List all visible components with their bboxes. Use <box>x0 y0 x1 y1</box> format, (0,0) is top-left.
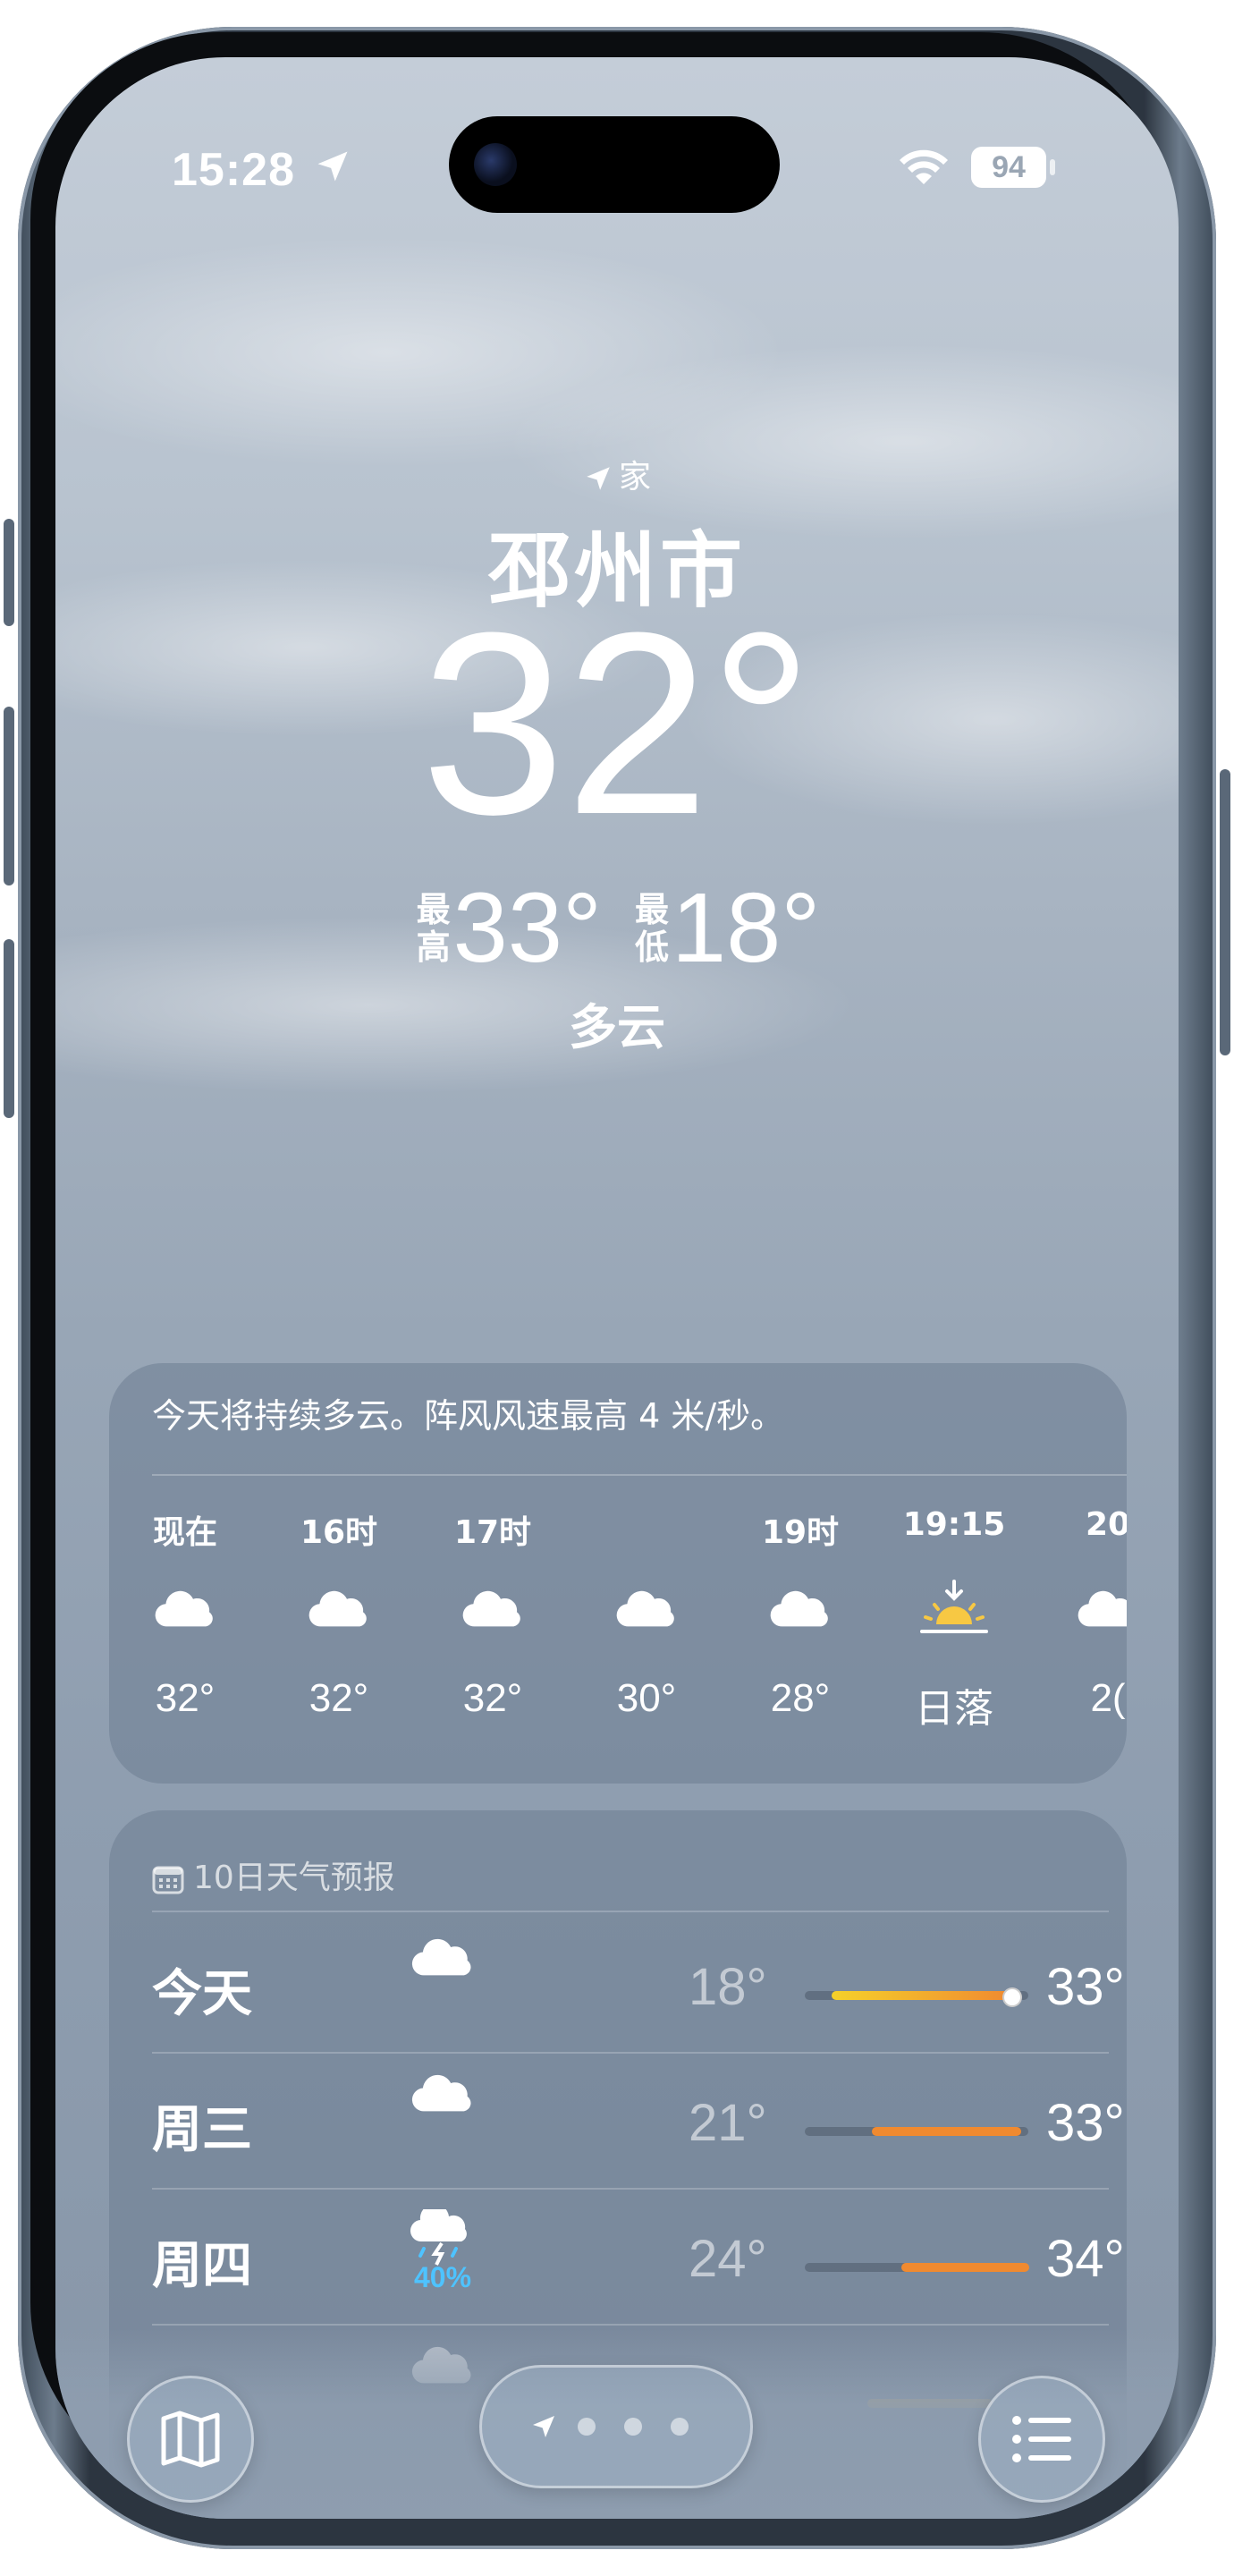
cloud-icon <box>462 1590 520 1626</box>
hour-temp: 30° <box>616 1676 677 1720</box>
day-low: 24° <box>689 2230 767 2288</box>
hour-time: 16时 <box>300 1514 378 1551</box>
cloud-icon <box>1078 1590 1127 1626</box>
hour-item: 19:15 日落 <box>878 1506 1030 1733</box>
hour-temp: 28° <box>770 1676 831 1720</box>
hour-time: 19:15 <box>902 1506 1006 1543</box>
hour-temp: 日落 <box>915 1687 993 1731</box>
high-temperature: 33° <box>452 873 602 983</box>
hour-item: 20 2( <box>1032 1506 1127 1721</box>
day-name: 今天 <box>152 1965 252 2023</box>
temp-range-bar <box>805 2127 1028 2136</box>
action-button <box>4 519 14 626</box>
page-indicator[interactable] <box>479 2365 753 2488</box>
cloud-icon <box>411 1938 471 1976</box>
day-icon: 40% <box>393 2203 492 2294</box>
hour-item: 16时 32° <box>263 1506 415 1721</box>
day-high: 34° <box>1046 2230 1125 2288</box>
list-icon <box>1012 2416 1071 2462</box>
day-high: 33° <box>1046 2094 1125 2152</box>
page-dot <box>624 2418 642 2436</box>
sunset-icon <box>920 1580 988 1633</box>
camera-icon <box>474 143 517 186</box>
hour-time <box>571 1506 723 1560</box>
hour-icon <box>724 1560 876 1658</box>
hour-icon <box>417 1560 569 1658</box>
forecast-summary: 今天将持续多云。阵风风速最高 4 米/秒。 <box>152 1396 785 1436</box>
divider <box>152 1474 1127 1476</box>
hour-icon <box>878 1560 1030 1658</box>
wifi-icon <box>900 149 948 184</box>
location-arrow-icon <box>533 2416 554 2437</box>
hour-icon <box>571 1560 723 1658</box>
temp-range-bar <box>805 1987 1028 2007</box>
hour-temp: 2( <box>1090 1676 1126 1720</box>
battery-tip <box>1050 159 1055 175</box>
condition-text: 多云 <box>569 999 665 1055</box>
hour-item: 19时 28° <box>724 1506 876 1721</box>
volume-up-button <box>4 707 14 886</box>
day-low: 21° <box>689 2094 767 2152</box>
hour-item: 现在 32° <box>109 1506 261 1721</box>
power-button <box>1220 769 1230 1055</box>
hour-time: 17时 <box>453 1514 532 1551</box>
hour-item: 17时 32° <box>417 1506 569 1721</box>
location-arrow-icon <box>317 151 348 182</box>
day-row[interactable]: 周四 40% 24° 34° <box>152 2190 1125 2324</box>
weather-screen: 15:28 94 家 邳州市 32° 最高 33° 最低 18° 多云 今天将持… <box>55 57 1179 2519</box>
status-time: 15:28 <box>172 144 295 196</box>
temp-range-fill <box>832 1991 1010 2000</box>
day-low: 18° <box>689 1958 767 2016</box>
day-row[interactable]: 今天 18° 33° <box>152 1918 1125 2052</box>
hourly-forecast-card[interactable]: 今天将持续多云。阵风风速最高 4 米/秒。 现在 32° 16时 32° 17时 32° 3… <box>109 1363 1127 1784</box>
temp-range-bar <box>805 2263 1029 2272</box>
cloud-icon <box>308 1590 367 1626</box>
home-label: 家 <box>618 459 651 496</box>
hour-icon <box>109 1560 261 1658</box>
location-arrow-icon <box>587 467 610 490</box>
page-dot <box>578 2418 596 2436</box>
ten-day-header: 10日天气预报 <box>152 1852 395 1898</box>
volume-down-button <box>4 939 14 1118</box>
hour-item: 30° <box>571 1506 723 1721</box>
home-location-label: 家 <box>55 451 1179 497</box>
hour-time: 20 <box>1085 1506 1127 1543</box>
day-name: 周四 <box>152 2237 252 2295</box>
thunderstorm-icon <box>410 2203 467 2266</box>
cloud-icon <box>770 1590 828 1626</box>
hour-temp: 32° <box>462 1676 523 1720</box>
cloud-icon <box>155 1590 213 1626</box>
page-dot <box>671 2418 689 2436</box>
hour-temp: 32° <box>155 1676 216 1720</box>
dynamic-island <box>449 116 780 213</box>
cloud-icon <box>411 2074 471 2112</box>
map-icon <box>161 2411 220 2468</box>
day-high: 33° <box>1046 1958 1125 2016</box>
day-icon <box>393 2073 492 2118</box>
temp-range-fill <box>901 2263 1029 2272</box>
hour-time: 现在 <box>152 1514 217 1551</box>
day-icon <box>393 1937 492 1982</box>
high-low: 最高 33° 最低 18° <box>55 871 1179 985</box>
hour-icon <box>263 1560 415 1658</box>
map-button[interactable] <box>127 2376 254 2503</box>
calendar-icon <box>152 1866 184 1894</box>
high-label: 最高 <box>416 889 451 967</box>
hour-time: 19时 <box>761 1514 840 1551</box>
day-name: 周三 <box>152 2101 252 2159</box>
day-row[interactable]: 周三 21° 33° <box>152 2054 1125 2188</box>
hour-temp: 32° <box>308 1676 369 1720</box>
temp-range-fill <box>872 2127 1021 2136</box>
low-label: 最低 <box>634 889 669 967</box>
divider <box>152 1911 1109 1912</box>
hour-icon <box>1032 1560 1127 1658</box>
locations-list-button[interactable] <box>978 2376 1105 2503</box>
battery-indicator: 94 <box>971 147 1046 188</box>
low-temperature: 18° <box>672 873 821 983</box>
current-temperature: 32° <box>420 579 814 869</box>
ten-day-title: 10日天气预报 <box>193 1860 395 1896</box>
current-temp-marker <box>1002 1987 1022 2007</box>
cloud-icon <box>616 1590 674 1626</box>
